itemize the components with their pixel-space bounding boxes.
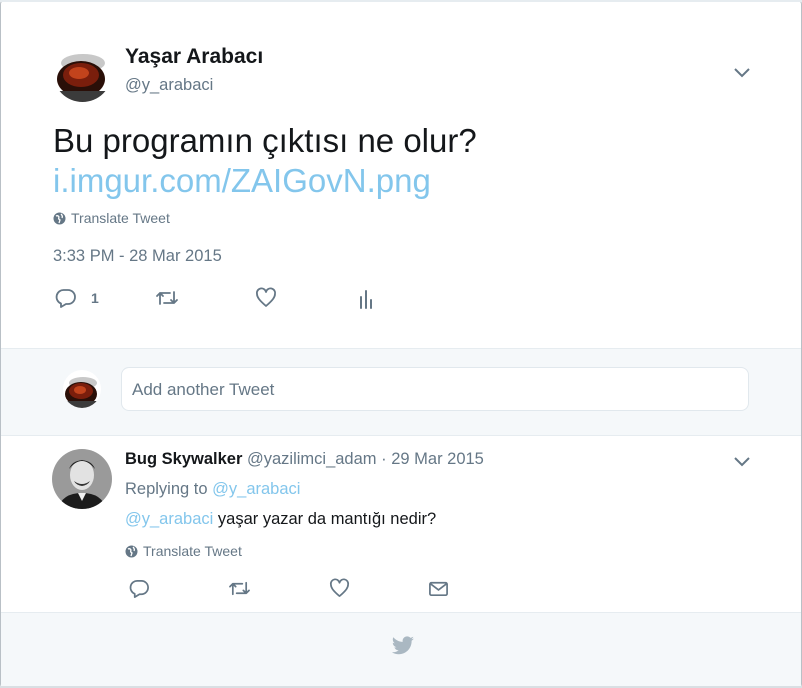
author-name[interactable]: Yaşar Arabacı xyxy=(125,45,263,69)
tweet-text: Bu programın çıktısı ne olur? xyxy=(53,122,477,159)
heart-icon xyxy=(329,578,350,599)
heart-icon xyxy=(255,287,277,309)
reply-date[interactable]: 29 Mar 2015 xyxy=(391,450,484,468)
twitter-bird-icon xyxy=(391,636,415,661)
tweet-dialog xyxy=(0,0,802,688)
separator: · xyxy=(381,450,387,468)
reply-button[interactable] xyxy=(129,578,150,599)
reply-author-avatar[interactable] xyxy=(52,449,112,509)
retweet-icon xyxy=(228,578,251,599)
translate-tweet-link[interactable]: Translate Tweet xyxy=(53,210,170,228)
author-handle[interactable]: @y_arabaci xyxy=(125,76,213,95)
analytics-icon xyxy=(358,287,376,309)
reply-mention[interactable]: @y_arabaci xyxy=(125,510,213,528)
translate-tweet-link[interactable]: Translate Tweet xyxy=(125,543,242,561)
like-button[interactable] xyxy=(255,287,277,309)
top-edge xyxy=(0,0,802,2)
reply-header: Bug Skywalker @yazilimci_adam · 29 Mar 2… xyxy=(125,450,484,469)
tweet-link[interactable]: i.imgur.com/ZAIGovN.png xyxy=(53,161,431,201)
envelope-icon xyxy=(428,578,449,599)
direct-message-button[interactable] xyxy=(428,578,449,599)
chevron-down-icon[interactable] xyxy=(733,66,751,78)
globe-icon xyxy=(125,545,138,561)
globe-icon xyxy=(53,212,66,228)
translate-label: Translate Tweet xyxy=(143,543,242,559)
reply-author-name[interactable]: Bug Skywalker xyxy=(125,450,242,468)
replying-to-mention[interactable]: @y_arabaci xyxy=(212,480,300,498)
author-avatar[interactable] xyxy=(53,43,112,102)
tweet-timestamp[interactable]: 3:33 PM - 28 Mar 2015 xyxy=(53,247,222,266)
reply-icon xyxy=(129,578,150,599)
retweet-button[interactable] xyxy=(155,287,179,309)
replying-to-label: Replying to xyxy=(125,480,208,498)
reply-text: @y_arabaci yaşar yazar da mantığı nedir? xyxy=(125,510,436,529)
like-button[interactable] xyxy=(329,578,350,599)
analytics-button[interactable] xyxy=(358,287,376,309)
current-user-avatar xyxy=(63,370,101,408)
add-tweet-input[interactable]: Add another Tweet xyxy=(121,367,749,411)
retweet-button[interactable] xyxy=(228,578,251,599)
chevron-down-icon[interactable] xyxy=(733,455,751,467)
reply-body: yaşar yazar da mantığı nedir? xyxy=(217,510,437,528)
reply-count: 1 xyxy=(91,290,99,306)
replying-to: Replying to @y_arabaci xyxy=(125,480,300,499)
reply-author-handle[interactable]: @yazilimci_adam xyxy=(247,450,377,468)
translate-label: Translate Tweet xyxy=(71,210,170,226)
reply-icon xyxy=(55,287,77,309)
retweet-icon xyxy=(155,287,179,309)
reply-button[interactable]: 1 xyxy=(55,287,99,309)
